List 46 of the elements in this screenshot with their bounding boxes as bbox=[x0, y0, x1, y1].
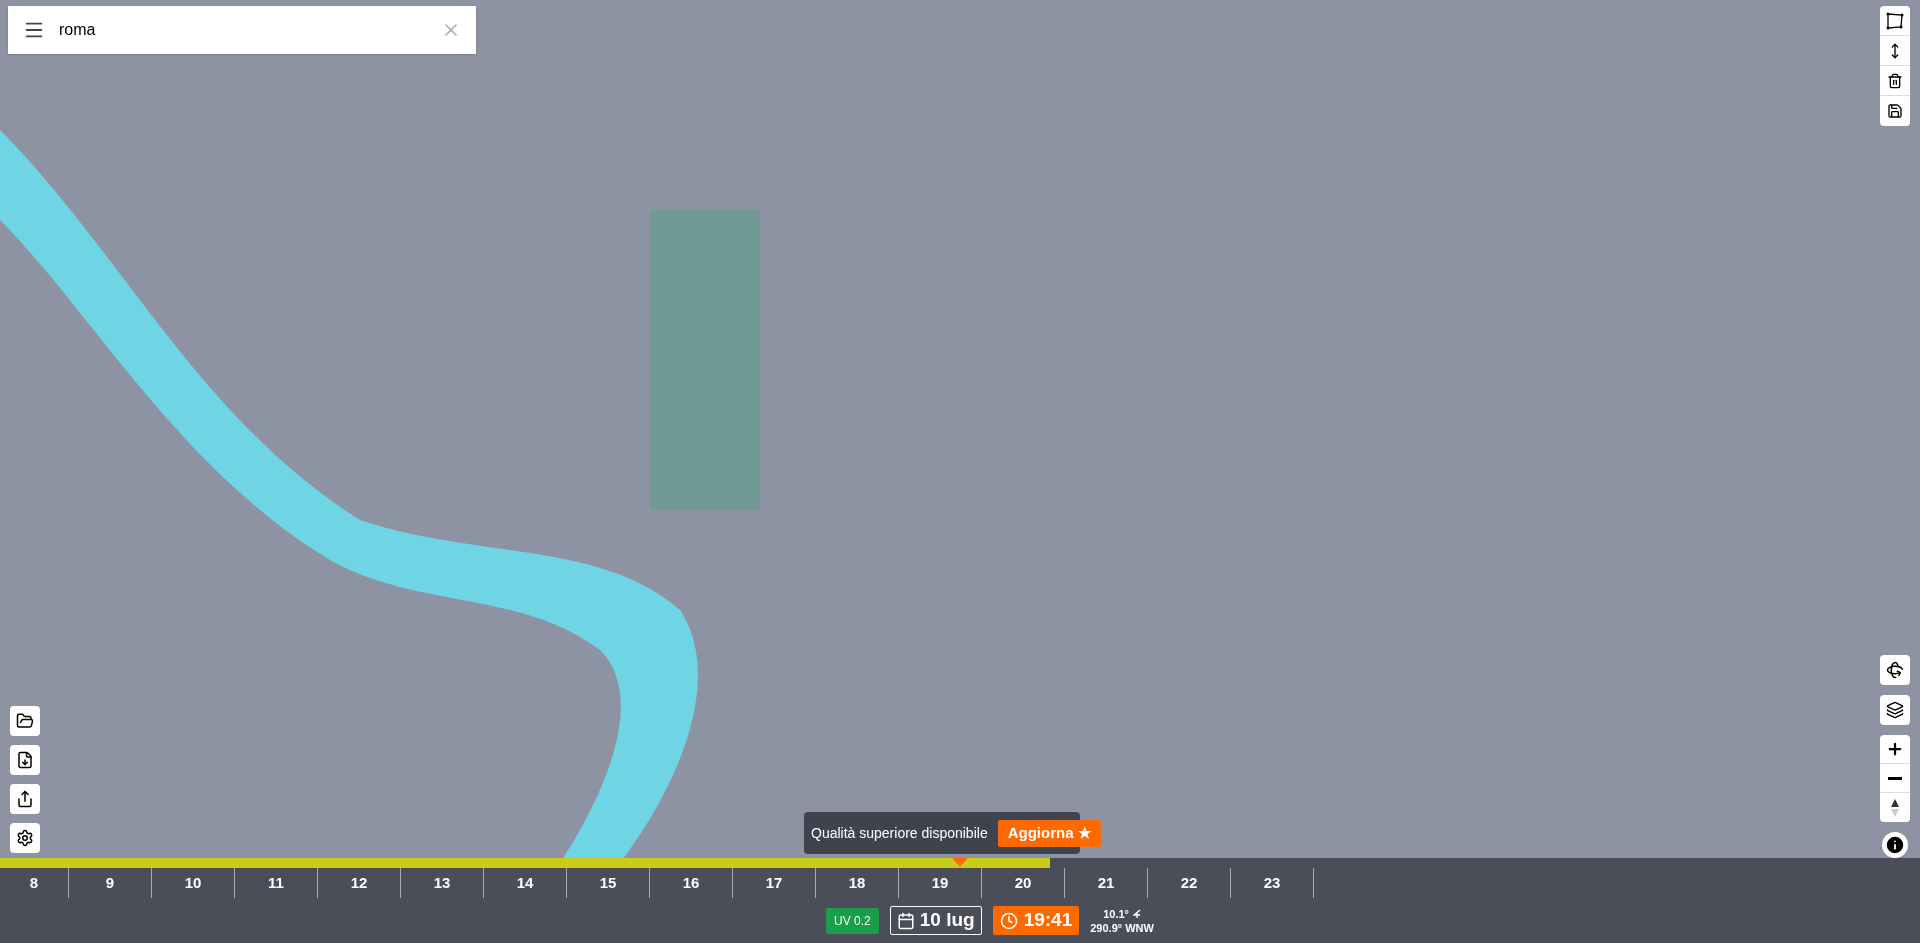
hour-label[interactable]: 22 bbox=[1180, 871, 1198, 895]
trash-icon bbox=[1887, 72, 1903, 89]
hour-label[interactable]: 13 bbox=[433, 871, 451, 895]
hour-label[interactable]: 14 bbox=[516, 871, 534, 895]
hour-label[interactable]: 12 bbox=[350, 871, 368, 895]
polygon-icon bbox=[1885, 11, 1905, 30]
clock-icon bbox=[999, 911, 1018, 930]
file-download-button[interactable] bbox=[10, 745, 40, 775]
settings-button[interactable] bbox=[10, 823, 40, 853]
file-download-icon bbox=[16, 751, 34, 769]
info-icon bbox=[1884, 834, 1906, 856]
banner-text: Qualità superiore disponibile bbox=[811, 823, 988, 843]
layers-button[interactable] bbox=[1880, 695, 1910, 725]
share-icon bbox=[16, 790, 34, 808]
layers-icon bbox=[1886, 701, 1904, 719]
date-button[interactable]: 10 lug bbox=[889, 906, 982, 935]
hour-label[interactable]: 15 bbox=[599, 871, 617, 895]
map-tile[interactable]: roma Qualità superiore disponibile Aggiorna ★ bbox=[0, 0, 1920, 858]
hour-label[interactable]: 17 bbox=[765, 871, 783, 895]
rotate-3d-icon bbox=[1886, 661, 1904, 679]
hour-label[interactable]: 10 bbox=[184, 871, 202, 895]
calendar-icon bbox=[896, 911, 915, 930]
hour-label[interactable]: 18 bbox=[848, 871, 866, 895]
hour-label[interactable]: 16 bbox=[682, 871, 700, 895]
folder-icon bbox=[16, 712, 34, 730]
hour-label[interactable]: 11 bbox=[268, 871, 284, 895]
hour-label[interactable]: 21 bbox=[1097, 871, 1115, 895]
temperature-text: 10.1° bbox=[1103, 906, 1129, 921]
hour-label[interactable]: 20 bbox=[1014, 871, 1032, 895]
settings-icon bbox=[16, 829, 34, 847]
info-button[interactable] bbox=[1882, 832, 1908, 858]
hour-label[interactable]: 9 bbox=[105, 871, 115, 895]
plus-icon bbox=[1886, 740, 1904, 758]
hour-label[interactable]: 8 bbox=[29, 871, 39, 895]
uv-badge: UV 0.2 bbox=[826, 907, 879, 934]
open-folder-button[interactable] bbox=[10, 706, 40, 736]
direction-text: 290.9° WNW bbox=[1090, 920, 1154, 935]
search-bar[interactable]: roma bbox=[8, 6, 476, 54]
hour-label[interactable]: 23 bbox=[1263, 871, 1281, 895]
share-button[interactable] bbox=[10, 784, 40, 814]
hour-label[interactable]: 19 bbox=[931, 871, 949, 895]
search-field[interactable]: roma bbox=[59, 18, 427, 42]
wind-arrow-icon bbox=[1133, 908, 1141, 919]
compass-icon bbox=[1890, 797, 1900, 818]
rotate-3d-button[interactable] bbox=[1880, 655, 1910, 685]
minus-icon bbox=[1888, 776, 1902, 780]
